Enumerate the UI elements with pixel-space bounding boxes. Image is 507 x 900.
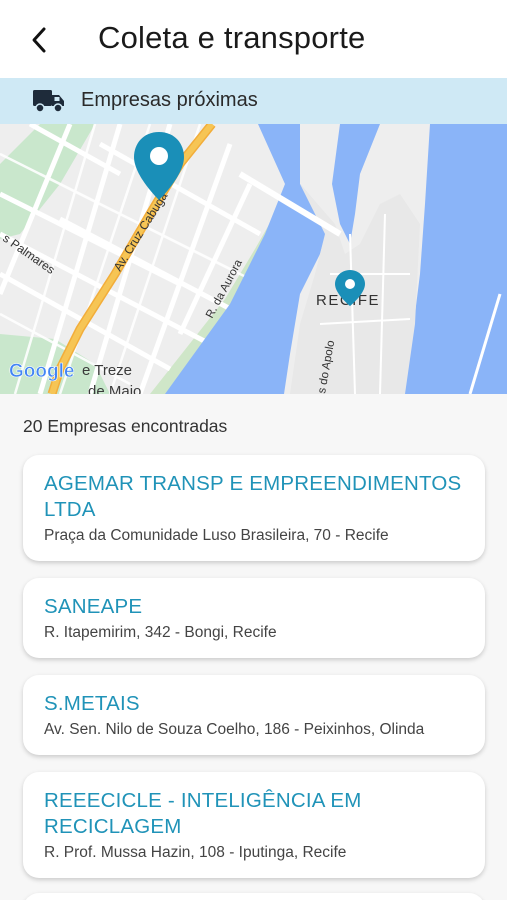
app-header: Coleta e transporte [0, 0, 507, 78]
company-address: Av. Sen. Nilo de Souza Coelho, 186 - Pei… [44, 721, 425, 738]
map-label-maio: de Maio [88, 383, 141, 394]
company-address: R. Prof. Mussa Hazin, 108 - Iputinga, Re… [44, 844, 347, 861]
nearby-banner: Empresas próximas [0, 78, 507, 124]
company-card[interactable]: AGEMAR TRANSP E EMPREENDIMENTOS LTDA Pra… [23, 455, 485, 561]
company-name: S.METAIS [44, 692, 140, 715]
page-title: Coleta e transporte [98, 20, 366, 55]
company-card[interactable]: S.METAIS Av. Sen. Nilo de Souza Coelho, … [23, 675, 485, 755]
app-screen: Coleta e transporte Empresas próximas Av… [0, 0, 507, 900]
company-name: AGEMAR TRANSP E EMPREENDIMENTOS LTDA [44, 472, 462, 521]
results-count: 20 Empresas encontradas [23, 416, 228, 436]
back-button[interactable] [22, 22, 58, 58]
truck-icon [33, 90, 64, 113]
company-address: R. Itapemirim, 342 - Bongi, Recife [44, 624, 277, 641]
company-card[interactable]: SANEAPE R. Itapemirim, 342 - Bongi, Reci… [23, 578, 485, 658]
company-address: Praça da Comunidade Luso Brasileira, 70 … [44, 527, 389, 544]
map-label-treze: e Treze [82, 362, 132, 379]
banner-text: Empresas próximas [81, 89, 258, 111]
company-name: SANEAPE [44, 595, 143, 618]
map-view[interactable]: Av. Cruz Cabugá s Palmares R. da Aurora … [0, 124, 507, 394]
chevron-left-icon [32, 27, 46, 53]
company-card[interactable]: REEECICLE - INTELIGÊNCIA EM RECICLAGEM R… [23, 772, 485, 878]
company-name: REEECICLE - INTELIGÊNCIA EM RECICLAGEM [44, 789, 362, 838]
map-canvas: Av. Cruz Cabugá s Palmares R. da Aurora … [0, 124, 507, 394]
google-logo: Google [9, 361, 74, 382]
company-card-partial[interactable] [23, 893, 485, 900]
